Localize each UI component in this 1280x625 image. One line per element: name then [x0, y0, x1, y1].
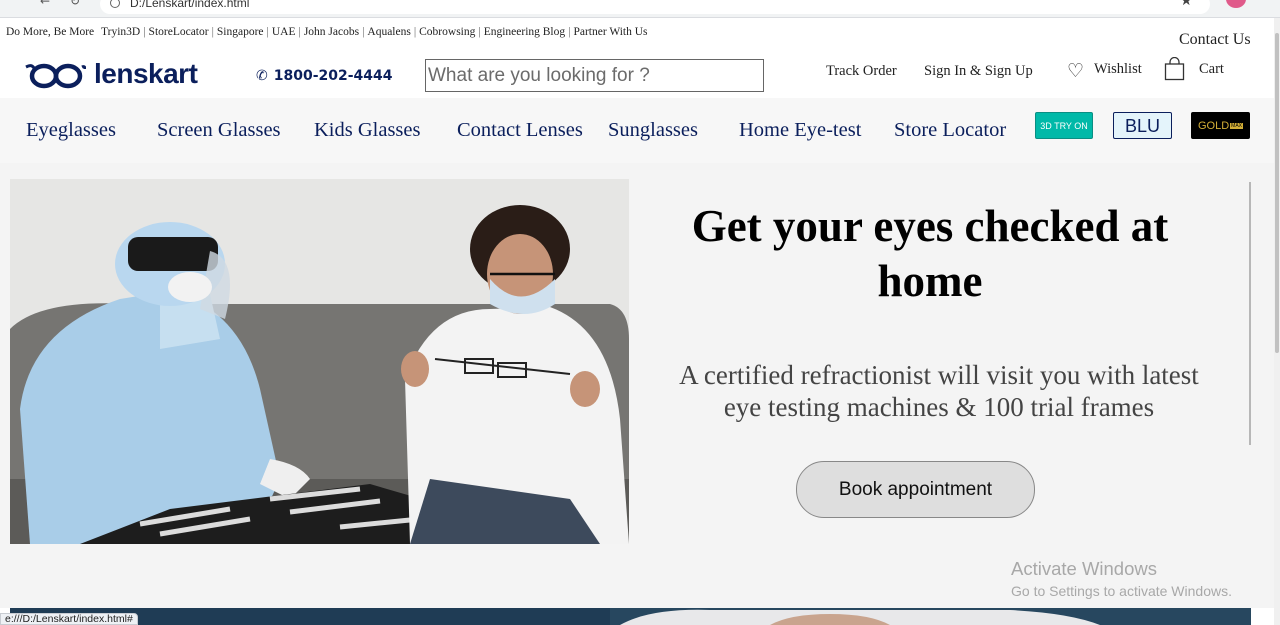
book-appointment-button[interactable]: Book appointment: [796, 461, 1035, 518]
nav-contact-lenses[interactable]: Contact Lenses: [457, 119, 583, 142]
next-banner-image: [10, 608, 1251, 625]
cart-link[interactable]: Cart: [1199, 61, 1224, 78]
contact-us-link[interactable]: Contact Us: [1179, 31, 1251, 49]
phone-icon: ✆: [256, 68, 268, 84]
nav-store-locator[interactable]: Store Locator: [894, 119, 1006, 142]
bookmark-star-icon[interactable]: ★: [1180, 0, 1193, 9]
nav-kids-glasses[interactable]: Kids Glasses: [314, 119, 420, 142]
3d-try-on-badge[interactable]: 3D TRY ON: [1035, 112, 1093, 139]
phone-number[interactable]: ✆ 1800-202-4444: [256, 68, 393, 84]
scrollbar-thumb[interactable]: [1275, 33, 1279, 353]
hero-subtitle: A certified refractionist will visit you…: [679, 360, 1199, 422]
search-input[interactable]: [425, 59, 764, 92]
nav-home-eye-test[interactable]: Home Eye-test: [739, 119, 861, 142]
shopping-bag-icon[interactable]: [1164, 57, 1185, 81]
nav-eyeglasses[interactable]: Eyeglasses: [26, 119, 116, 142]
status-bar-url: e:///D:/Lenskart/index.html#: [0, 613, 138, 625]
heart-icon[interactable]: ♡: [1067, 60, 1084, 82]
address-text: D:/Lenskart/index.html: [130, 0, 250, 10]
vertical-divider: [1249, 182, 1251, 445]
max-label: MAX: [1230, 123, 1244, 129]
toplink-cobrowsing[interactable]: Cobrowsing: [419, 26, 475, 38]
blu-badge[interactable]: BLU: [1113, 112, 1172, 139]
gold-label: GOLD: [1197, 120, 1230, 132]
reload-icon[interactable]: ↻: [70, 0, 80, 8]
nav-sunglasses[interactable]: Sunglasses: [608, 119, 698, 142]
glasses-logo-icon: [25, 63, 86, 89]
browser-toolbar: ← ↻ D:/Lenskart/index.html ★: [0, 0, 1280, 18]
nav-screen-glasses[interactable]: Screen Glasses: [157, 119, 281, 142]
page-scrollbar[interactable]: [1274, 18, 1280, 625]
toplink-do-more[interactable]: Do More, Be More: [6, 26, 94, 38]
top-links-bar: Do More, Be More Tryin3D | StoreLocator | Si…: [6, 26, 648, 38]
activate-windows-title: Activate Windows: [1011, 558, 1157, 579]
profile-avatar[interactable]: [1226, 0, 1246, 8]
site-info-icon[interactable]: [110, 0, 120, 8]
activate-windows-subtitle: Go to Settings to activate Windows.: [1011, 583, 1232, 599]
brand-name: lenskart: [94, 58, 198, 89]
home-eye-test-hero: Get your eyes checked at home A certifie…: [0, 163, 1280, 608]
toplink-uae[interactable]: UAE: [272, 26, 296, 38]
toplink-engineering-blog[interactable]: Engineering Blog: [484, 26, 565, 38]
address-bar[interactable]: D:/Lenskart/index.html: [100, 0, 1210, 14]
toplink-partner[interactable]: Partner With Us: [573, 26, 647, 38]
phone-text: 1800-202-4444: [273, 68, 393, 84]
toplink-storelocator[interactable]: StoreLocator: [149, 26, 209, 38]
lenskart-logo[interactable]: lenskart: [24, 58, 224, 95]
wishlist-link[interactable]: Wishlist: [1094, 61, 1142, 78]
hero-photo: [10, 179, 629, 544]
gold-max-badge[interactable]: GOLD MAX: [1191, 112, 1250, 139]
back-arrow-icon[interactable]: ←: [40, 0, 50, 8]
toplink-john-jacobs[interactable]: John Jacobs: [304, 26, 359, 38]
toplink-aqualens[interactable]: Aqualens: [367, 26, 410, 38]
hero-title: Get your eyes checked at home: [691, 201, 1169, 306]
track-order-link[interactable]: Track Order: [826, 63, 897, 80]
category-nav: Eyeglasses Screen Glasses Kids Glasses C…: [0, 98, 1280, 163]
toplink-singapore[interactable]: Singapore: [217, 26, 264, 38]
sign-in-link[interactable]: Sign In & Sign Up: [924, 63, 1033, 80]
browser-nav: ← ↻: [40, 0, 90, 8]
toplink-tryin3d[interactable]: Tryin3D: [101, 26, 140, 38]
